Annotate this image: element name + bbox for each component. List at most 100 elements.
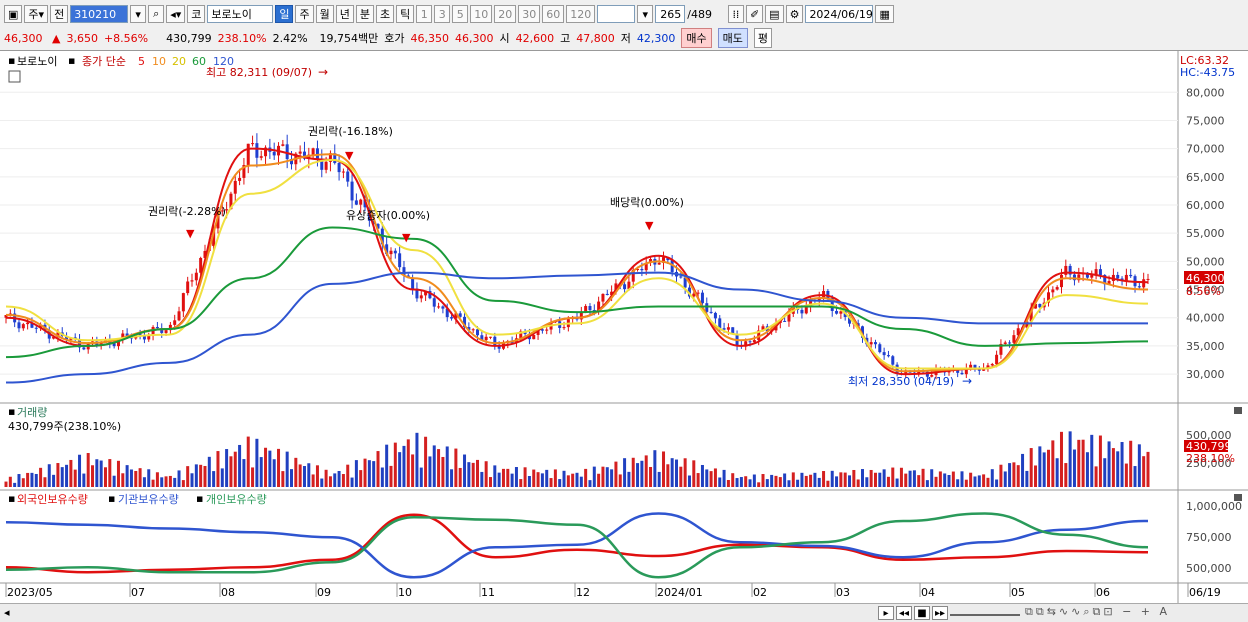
search-icon[interactable]: ⌕ [148, 5, 165, 23]
draw-icon[interactable]: ✐ [745, 5, 764, 23]
candle-body [285, 144, 289, 160]
table-toggle-icon[interactable] [8, 70, 21, 83]
volume-bar [1008, 463, 1012, 487]
zoom-slider[interactable] [950, 608, 1020, 616]
volume-bar [982, 474, 986, 487]
period-tick[interactable]: 틱 [396, 5, 415, 23]
x-axis: 2023/05 07 08 09 10 11 12 2024/01 02 03 04 05 06 06/1… [5, 583, 1221, 599]
window-icon[interactable]: ▣ [4, 5, 23, 23]
candle-body [411, 278, 415, 289]
forward-icon[interactable]: ▸▸ [932, 606, 948, 620]
candle-body [713, 312, 717, 319]
date-input[interactable]: 2024/06/19 [805, 5, 874, 23]
volume-bar [389, 465, 393, 487]
volume-bar [129, 469, 133, 487]
volume-bar [463, 454, 467, 487]
sell-button[interactable]: 매도 [717, 28, 748, 48]
candle-body [346, 171, 350, 182]
x-tick-label: 2023/05 [7, 586, 53, 599]
price-panel-title: 보로노이 [17, 55, 57, 68]
interval-10[interactable]: 10 [470, 5, 493, 23]
volume-bar [69, 459, 73, 487]
candle-body [588, 306, 592, 311]
custom-interval-input[interactable] [597, 5, 636, 23]
holding-line-1 [5, 512, 1149, 579]
calendar-icon[interactable]: ▦ [875, 5, 894, 23]
volume-bar [328, 476, 332, 487]
candle-body [441, 306, 445, 309]
sound-icon[interactable]: ◂▾ [166, 5, 186, 23]
volume-bar [354, 460, 358, 487]
scroll-left-icon[interactable]: ◂ [4, 606, 10, 619]
candle-body [341, 171, 345, 173]
interval-3[interactable]: 3 [434, 5, 451, 23]
interval-5[interactable]: 5 [452, 5, 469, 23]
stop-icon[interactable]: ■ [914, 606, 930, 620]
volume-bar [787, 480, 791, 487]
volume-bar [281, 471, 285, 487]
period-year[interactable]: 년 [335, 5, 354, 23]
interval-1[interactable]: 1 [416, 5, 433, 23]
volume-bar [558, 479, 562, 487]
interval-20[interactable]: 20 [494, 5, 517, 23]
chart-area[interactable]: ▪ 보로노이 ▪ 종가 단순 5 10 20 60 120 LC:63.32 H… [0, 50, 1248, 604]
buy-button[interactable]: 매수 [681, 28, 712, 48]
candle-body [17, 322, 21, 329]
volume-bar [636, 463, 640, 487]
interval-30[interactable]: 30 [518, 5, 541, 23]
interval-120[interactable]: 120 [566, 5, 596, 23]
rights-arrow-2-icon: ▼ [345, 149, 354, 162]
legend-ma-10: 10 [152, 55, 166, 68]
volume-bar [493, 465, 497, 487]
candle-body [1051, 289, 1055, 293]
volume-bar [739, 477, 743, 487]
average-button[interactable]: 평 [753, 28, 773, 48]
dividend-annotation: 배당락(0.00%) [610, 196, 684, 209]
tool-icons[interactable]: ⧉⧉⇆∿∿⌕⧉⊡ − + A [1025, 605, 1170, 619]
volume-bar [147, 469, 151, 487]
count-input[interactable]: 265 [655, 5, 686, 23]
volume-bar [138, 468, 142, 487]
candle-body [389, 250, 393, 255]
grid-icon[interactable]: ⁞⁞ [727, 5, 744, 23]
chart-svg[interactable]: ▪ 보로노이 ▪ 종가 단순 5 10 20 60 120 LC:63.32 H… [0, 51, 1248, 604]
bid-price: 46,300 [455, 31, 494, 45]
stock-code-input[interactable]: 310210 [70, 5, 129, 23]
volume-bar [450, 469, 454, 487]
price-y-tick: 75,000 [1186, 114, 1225, 127]
volume-bar [687, 475, 691, 487]
volume-bar [225, 449, 229, 487]
period-day[interactable]: 일 [275, 5, 294, 23]
period-month[interactable]: 월 [315, 5, 334, 23]
volume-bar [696, 473, 700, 487]
period-week[interactable]: 주 [295, 5, 314, 23]
period-second[interactable]: 초 [375, 5, 395, 23]
interval-60[interactable]: 60 [542, 5, 565, 23]
candle-body [891, 356, 895, 365]
volume-bar [229, 456, 233, 487]
save-icon[interactable]: ▤ [765, 5, 784, 23]
period-minute[interactable]: 분 [355, 5, 374, 23]
interval-dropdown-icon[interactable]: ▾ [637, 5, 654, 23]
volume-close-icon[interactable] [1234, 407, 1242, 414]
stock-name-field[interactable]: 보로노이 [207, 5, 274, 23]
volume-bar [861, 469, 864, 487]
volume-bar [545, 469, 549, 487]
candle-body [281, 144, 285, 146]
rewind-icon[interactable]: ◂◂ [896, 606, 912, 620]
price-y-tick: 30,000 [1186, 368, 1225, 381]
holding-tick-500k: 500,000 [1186, 562, 1232, 575]
prev-button[interactable]: 전 [50, 5, 69, 23]
volume-bar [432, 445, 436, 487]
volume-bar [337, 471, 341, 487]
gear-icon[interactable]: ⚙ [785, 5, 804, 23]
volume-bar [437, 449, 441, 487]
candle-body [190, 280, 194, 282]
volume-bar [242, 459, 246, 487]
x-tick-label: 12 [576, 586, 590, 599]
volume-bar [662, 451, 666, 487]
play-icon[interactable]: ▸ [878, 606, 894, 620]
market-select[interactable]: 주 ▾ [24, 5, 49, 23]
code-dropdown-icon[interactable]: ▾ [130, 5, 147, 23]
candle-body [1146, 278, 1150, 280]
